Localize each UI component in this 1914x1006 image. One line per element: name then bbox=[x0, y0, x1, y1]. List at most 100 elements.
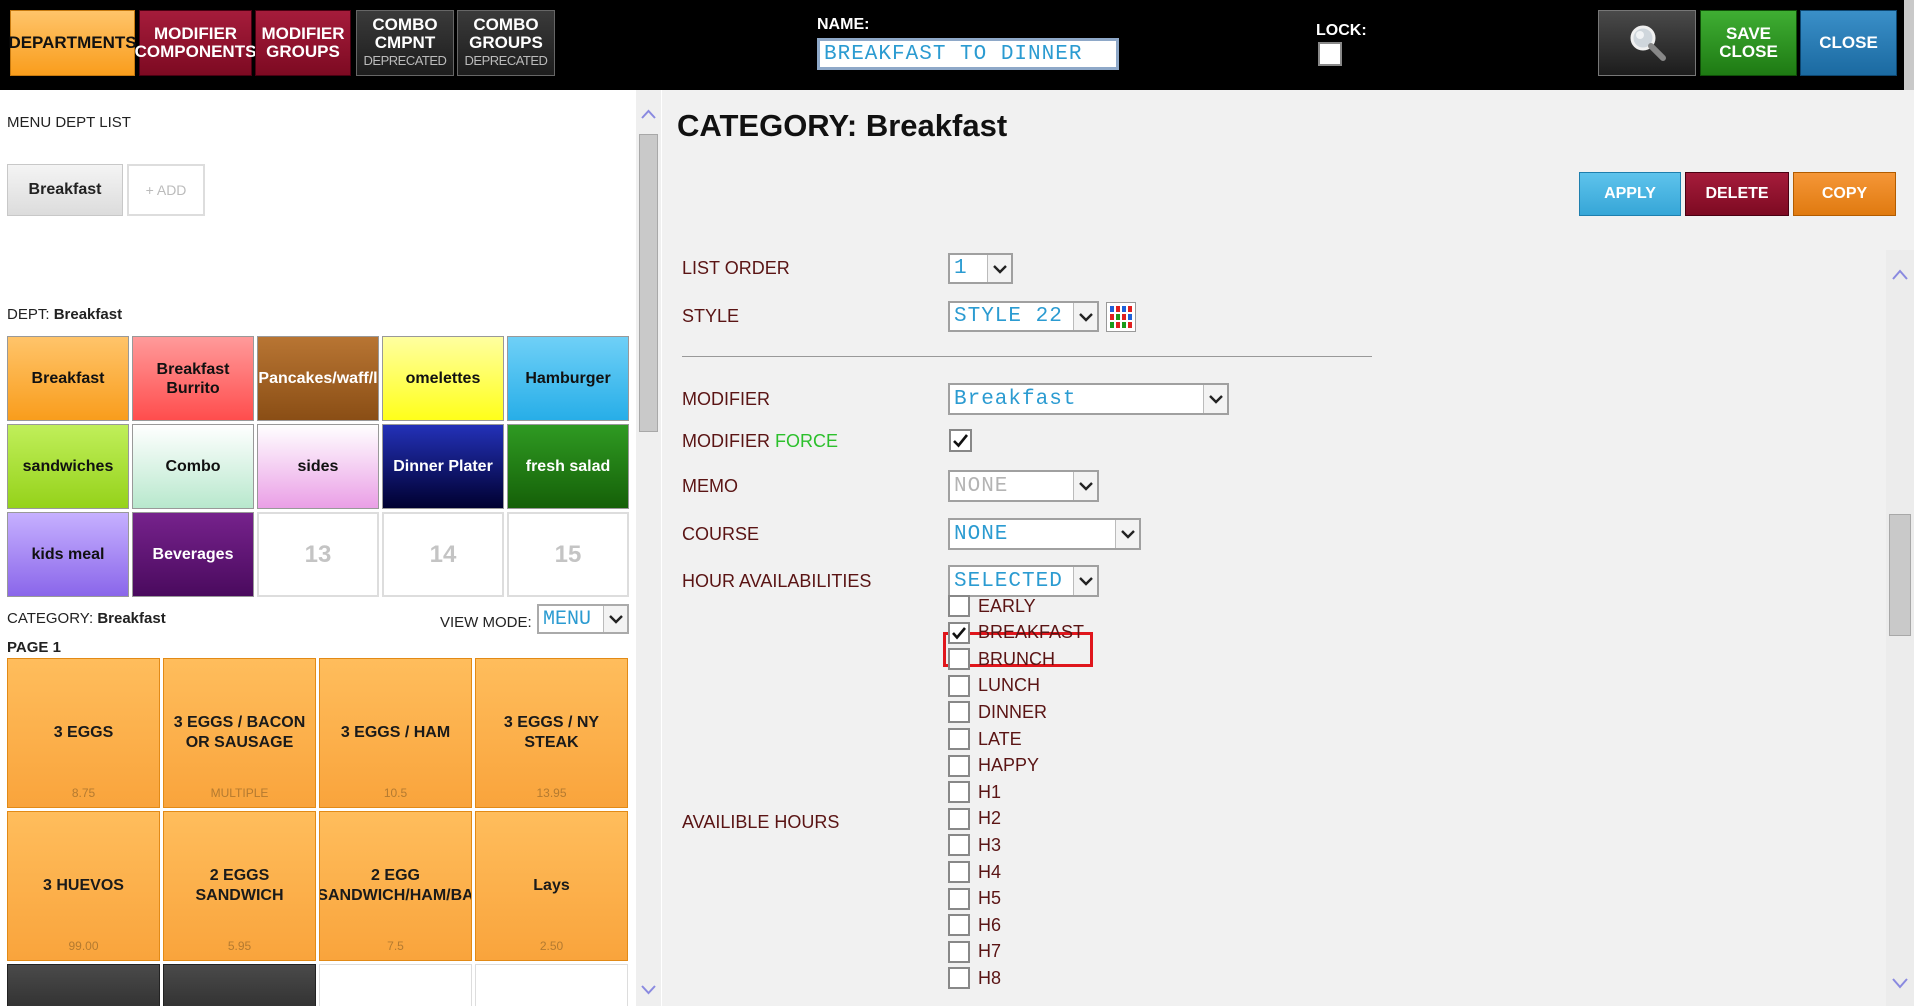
unchecked-checkbox[interactable] bbox=[948, 861, 970, 883]
department-tile[interactable]: 14 bbox=[382, 512, 504, 597]
hour-option[interactable]: DINNER bbox=[948, 699, 1047, 725]
memo-select[interactable]: NONE bbox=[948, 470, 1099, 502]
list-order-value: 1 bbox=[954, 257, 968, 280]
hour-option[interactable]: H2 bbox=[948, 806, 1001, 832]
empty-item-slot[interactable] bbox=[475, 964, 628, 1006]
menu-item-price: 8.75 bbox=[71, 786, 96, 800]
menu-dept-breakfast-button[interactable]: Breakfast bbox=[7, 164, 123, 216]
style-select[interactable]: STYLE 22 bbox=[948, 301, 1099, 332]
scroll-down-icon[interactable] bbox=[1891, 974, 1909, 992]
hour-option[interactable]: H6 bbox=[948, 912, 1001, 938]
top-toolbar: DEPARTMENTS MODIFIER COMPONENTS MODIFIER… bbox=[0, 0, 1914, 90]
unchecked-checkbox[interactable] bbox=[948, 595, 970, 617]
add-menu-dept-button[interactable]: + ADD bbox=[127, 164, 205, 216]
department-tile[interactable]: Pancakes/waff/l bbox=[257, 336, 379, 421]
menu-item-tile[interactable]: 2 EGGS SANDWICH 5.95 bbox=[163, 811, 316, 961]
menu-item-tile[interactable] bbox=[7, 964, 160, 1006]
apply-button[interactable]: APPLY bbox=[1579, 172, 1681, 216]
combo-groups-button[interactable]: COMBO GROUPS DEPRECATED bbox=[457, 10, 555, 76]
scroll-up-icon[interactable] bbox=[640, 106, 657, 123]
modifier-groups-button[interactable]: MODIFIER GROUPS bbox=[255, 10, 351, 76]
right-scroll-thumb[interactable] bbox=[1889, 514, 1911, 636]
right-scrollbar[interactable] bbox=[1886, 250, 1914, 1006]
hour-option[interactable]: H8 bbox=[948, 965, 1001, 991]
hour-option[interactable]: H3 bbox=[948, 832, 1001, 858]
departments-button[interactable]: DEPARTMENTS bbox=[8, 10, 137, 76]
menu-item-tile[interactable]: 3 EGGS / NY STEAK 13.95 bbox=[475, 658, 628, 808]
name-input[interactable]: BREAKFAST TO DINNER bbox=[817, 38, 1119, 70]
checked-checkbox[interactable] bbox=[948, 621, 970, 644]
unchecked-checkbox[interactable] bbox=[948, 674, 970, 697]
department-tile[interactable]: 13 bbox=[257, 512, 379, 597]
color-grid-icon[interactable] bbox=[1106, 302, 1136, 332]
modifier-components-button[interactable]: MODIFIER COMPONENTS bbox=[135, 10, 256, 76]
unchecked-checkbox[interactable] bbox=[948, 940, 970, 963]
menu-item-tile[interactable]: 3 EGGS 8.75 bbox=[7, 658, 160, 808]
hour-option[interactable]: H7 bbox=[948, 939, 1001, 965]
department-tile[interactable]: kids meal bbox=[7, 512, 129, 597]
menu-item-name: 3 HUEVOS bbox=[43, 877, 124, 894]
department-tile[interactable]: Hamburger bbox=[507, 336, 629, 421]
department-tile[interactable]: sandwiches bbox=[7, 424, 129, 509]
unchecked-checkbox[interactable] bbox=[948, 967, 970, 990]
name-label: NAME: bbox=[817, 16, 870, 33]
chevron-down-icon bbox=[1073, 472, 1097, 500]
unchecked-checkbox[interactable] bbox=[948, 701, 970, 724]
hour-option[interactable]: EARLY bbox=[948, 593, 1036, 619]
department-tile[interactable]: 15 bbox=[507, 512, 629, 597]
hour-option[interactable]: BRUNCH bbox=[948, 646, 1055, 672]
chevron-down-icon bbox=[1203, 385, 1227, 413]
hour-option-label: H2 bbox=[978, 808, 1002, 829]
section-divider bbox=[682, 356, 1372, 357]
empty-item-slot[interactable] bbox=[319, 964, 472, 1006]
department-tile[interactable]: fresh salad bbox=[507, 424, 629, 509]
scroll-up-icon[interactable] bbox=[1891, 266, 1909, 284]
unchecked-checkbox[interactable] bbox=[948, 914, 970, 937]
menu-item-tile[interactable]: 2 EGG SANDWICH/HAM/BA 7.5 bbox=[319, 811, 472, 961]
hour-option[interactable]: BREAKFAST bbox=[948, 620, 1084, 646]
unchecked-checkbox[interactable] bbox=[948, 807, 970, 830]
unchecked-checkbox[interactable] bbox=[948, 728, 970, 750]
menu-item-name: 3 EGGS / NY STEAK bbox=[503, 714, 600, 751]
unchecked-checkbox[interactable] bbox=[948, 648, 970, 671]
department-tile[interactable]: Breakfast bbox=[7, 336, 129, 421]
department-tile[interactable]: sides bbox=[257, 424, 379, 509]
combo-cmpnt-button[interactable]: COMBO CMPNT DEPRECATED bbox=[356, 10, 454, 76]
unchecked-checkbox[interactable] bbox=[948, 781, 970, 804]
hour-option[interactable]: LUNCH bbox=[948, 673, 1040, 699]
left-scroll-thumb[interactable] bbox=[639, 134, 658, 432]
delete-button[interactable]: DELETE bbox=[1685, 172, 1789, 216]
menu-item-tile[interactable]: 3 EGGS / BACON OR SAUSAGE MULTIPLE bbox=[163, 658, 316, 808]
chevron-down-icon bbox=[1073, 303, 1097, 330]
left-scrollbar[interactable] bbox=[636, 90, 661, 1006]
unchecked-checkbox[interactable] bbox=[948, 834, 970, 857]
department-tile[interactable]: Combo bbox=[132, 424, 254, 509]
modifier-select[interactable]: Breakfast bbox=[948, 383, 1229, 415]
hour-option[interactable]: H1 bbox=[948, 779, 1001, 805]
department-tile[interactable]: Dinner Plater bbox=[382, 424, 504, 509]
view-mode-select[interactable]: MENU bbox=[537, 604, 629, 634]
menu-item-tile[interactable] bbox=[163, 964, 316, 1006]
unchecked-checkbox[interactable] bbox=[948, 754, 970, 777]
menu-item-tile[interactable]: Lays 2.50 bbox=[475, 811, 628, 961]
search-button[interactable] bbox=[1598, 10, 1696, 76]
department-tile[interactable]: Beverages bbox=[132, 512, 254, 597]
close-button[interactable]: CLOSE bbox=[1800, 10, 1897, 76]
department-tile[interactable]: Breakfast Burrito bbox=[132, 336, 254, 421]
hour-option[interactable]: HAPPY bbox=[948, 753, 1039, 779]
hour-option[interactable]: H5 bbox=[948, 886, 1001, 912]
menu-item-tile[interactable]: 3 HUEVOS 99.00 bbox=[7, 811, 160, 961]
department-tile[interactable]: omelettes bbox=[382, 336, 504, 421]
scroll-down-icon[interactable] bbox=[640, 981, 657, 998]
menu-item-tile[interactable]: 3 EGGS / HAM 10.5 bbox=[319, 658, 472, 808]
hour-option[interactable]: H4 bbox=[948, 859, 1001, 885]
modifier-force-checkbox[interactable] bbox=[949, 429, 972, 452]
copy-button[interactable]: COPY bbox=[1793, 172, 1896, 216]
unchecked-checkbox[interactable] bbox=[948, 887, 970, 910]
hour-option[interactable]: LATE bbox=[948, 726, 1022, 752]
save-close-button[interactable]: SAVE CLOSE bbox=[1700, 10, 1797, 76]
menu-item-name: 2 EGGS SANDWICH bbox=[195, 867, 284, 904]
lock-checkbox[interactable] bbox=[1318, 42, 1342, 66]
course-select[interactable]: NONE bbox=[948, 518, 1141, 550]
list-order-select[interactable]: 1 bbox=[948, 253, 1013, 284]
